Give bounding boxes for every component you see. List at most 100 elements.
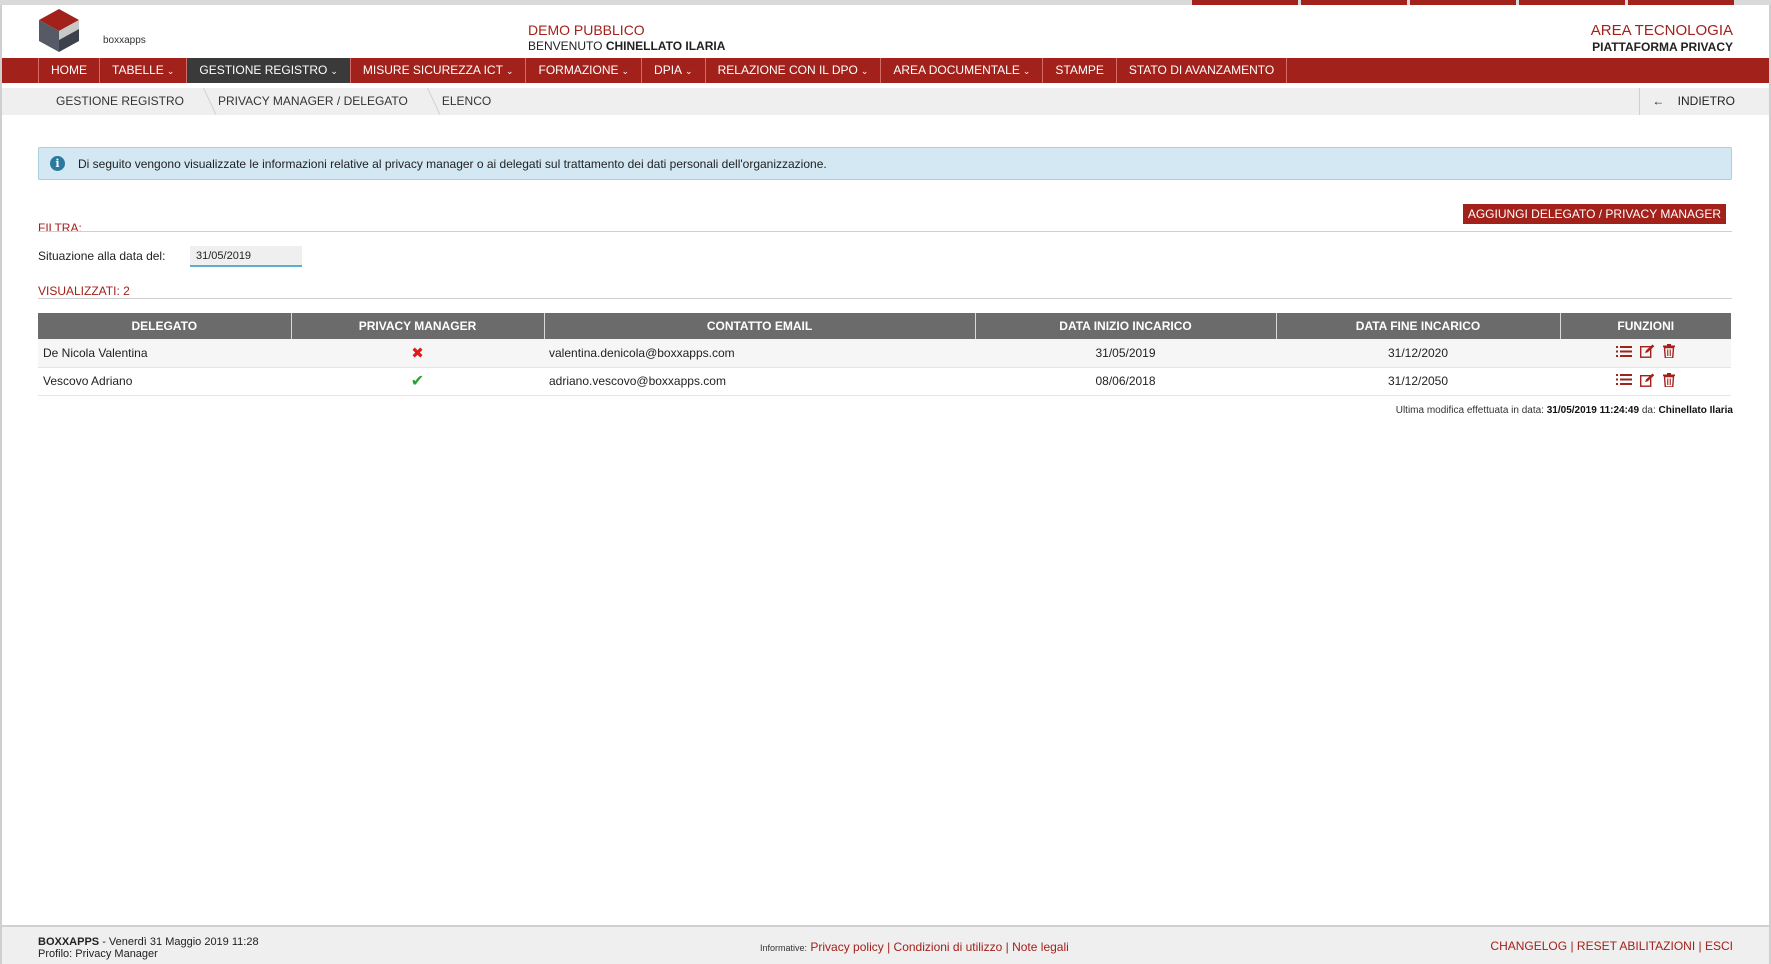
info-icon: i [50,156,65,171]
footer-separator: | [887,940,891,954]
nav-item-gestione-registro[interactable]: GESTIONE REGISTRO ⌄ [187,58,351,83]
footer-info: BOXXAPPS - Venerdì 31 Maggio 2019 11:28 … [38,936,259,960]
nav-item-area-documentale[interactable]: AREA DOCUMENTALE ⌄ [881,58,1044,83]
nav-item-relazione-con-il-dpo[interactable]: RELAZIONE CON IL DPO ⌄ [706,58,882,83]
chevron-down-icon: ⌄ [505,66,514,76]
breadcrumb-item: ELENCO [424,88,507,115]
footer: BOXXAPPS - Venerdì 31 Maggio 2019 11:28 … [2,925,1769,964]
breadcrumb-item[interactable]: PRIVACY MANAGER / DELEGATO [200,88,441,115]
trash-icon[interactable] [1663,344,1675,361]
column-header-start-date[interactable]: DATA INIZIO INCARICO [975,313,1277,339]
add-delegate-button[interactable]: AGGIUNGI DELEGATO / PRIVACY MANAGER [1462,204,1726,224]
top-strip-tabs [1192,0,1734,5]
check-icon: ✔ [410,373,425,390]
top-tab[interactable] [1519,0,1625,5]
cell-functions [1560,367,1731,396]
footer-separator: | [1570,939,1574,953]
app-name: DEMO PUBBLICO [528,22,645,38]
nav-item-label: AREA DOCUMENTALE [893,63,1020,77]
cell-end-date: 31/12/2020 [1276,339,1560,368]
breadcrumb: GESTIONE REGISTRO PRIVACY MANAGER / DELEG… [2,88,1769,115]
nav-item-tabelle[interactable]: TABELLE ⌄ [100,58,188,83]
nav-item-label: DPIA [654,63,683,77]
last-modified-date: 31/05/2019 11:24:49 [1546,405,1640,416]
conditions-link[interactable]: Condizioni di utilizzo [894,940,1003,954]
cell-delegato: De Nicola Valentina [38,339,291,368]
nav-item-label: FORMAZIONE [538,63,619,77]
main-nav-items: HOME TABELLE ⌄ GESTIONE REGISTRO ⌄ MISURE SIC… [38,58,1288,83]
filter-divider [38,231,1732,232]
nav-item-label: RELAZIONE CON IL DPO [717,63,858,77]
welcome-line: BENVENUTO CHINELLATO ILARIA [528,39,725,53]
footer-separator: | [1005,940,1009,954]
breadcrumb-item-label: PRIVACY MANAGER / DELEGATO [218,94,408,108]
legal-notes-link[interactable]: Note legali [1012,940,1069,954]
date-filter-input[interactable] [190,246,302,267]
header-right: AREA TECNOLOGIA PIATTAFORMA PRIVACY [1591,22,1733,54]
column-header-functions: FUNZIONI [1560,313,1731,339]
cell-end-date: 31/12/2050 [1276,367,1560,396]
nav-item-formazione[interactable]: FORMAZIONE ⌄ [526,58,643,83]
chevron-down-icon: ⌄ [1022,66,1031,76]
chevron-down-icon: ⌄ [685,66,693,76]
nav-item-label: MISURE SICUREZZA ICT [362,63,503,77]
column-header-email[interactable]: CONTATTO EMAIL [544,313,976,339]
top-tab[interactable] [1192,0,1298,5]
nav-item-dpia[interactable]: DPIA ⌄ [642,58,706,83]
footer-datetime: - Venerdì 31 Maggio 2019 11:28 [102,936,259,948]
cell-delegato: Vescovo Adriano [38,367,291,396]
reset-permissions-link[interactable]: RESET ABILITAZIONI [1577,939,1695,953]
back-button[interactable]: ← INDIETRO [1639,88,1735,115]
logo-text: boxxapps [103,35,146,46]
arrow-left-icon: ← [1652,94,1665,108]
nav-item-misure-sicurezza-ict[interactable]: MISURE SICUREZZA ICT ⌄ [351,58,527,83]
cell-privacy-manager: ✖ [291,339,544,368]
nav-item-label: TABELLE [112,63,164,77]
cell-start-date: 08/06/2018 [975,367,1276,396]
delegates-table: DELEGATO PRIVACY MANAGER CONTATTO EMAIL … [38,313,1731,396]
list-icon[interactable] [1616,345,1632,361]
table-header-row: DELEGATO PRIVACY MANAGER CONTATTO EMAIL … [38,313,1731,339]
changelog-link[interactable]: CHANGELOG [1490,939,1567,953]
nav-item-stato-di-avanzamento[interactable]: STATO DI AVANZAMENTO [1117,58,1288,83]
top-tab[interactable] [1410,0,1516,5]
nav-item-label: GESTIONE REGISTRO [199,63,328,77]
welcome-prefix: BENVENUTO [528,39,603,53]
list-icon[interactable] [1616,373,1632,389]
footer-company: BOXXAPPS [38,936,100,948]
cell-start-date: 31/05/2019 [975,339,1276,368]
cell-privacy-manager: ✔ [291,367,544,396]
logo-cube-icon [39,9,79,52]
trash-icon[interactable] [1663,372,1675,390]
last-modified-info: Ultima modifica effettuata in data: 31/0… [1396,405,1733,416]
breadcrumb-item-label: ELENCO [441,94,492,108]
platform-title: PIATTAFORMA PRIVACY [1592,40,1733,54]
breadcrumb-item[interactable]: GESTIONE REGISTRO [38,88,217,115]
cell-email: valentina.denicola@boxxapps.com [544,339,975,368]
logo[interactable]: boxxapps [37,7,146,57]
nav-item-label: STATO DI AVANZAMENTO [1128,63,1275,77]
privacy-policy-link[interactable]: Privacy policy [810,940,883,954]
cell-email: adriano.vescovo@boxxapps.com [544,367,975,396]
footer-actions: CHANGELOG | RESET ABILITAZIONI | ESCI [1490,939,1733,953]
last-modified-prefix: Ultima modifica effettuata in data: [1395,405,1544,416]
info-alert: i Di seguito vengono visualizzate le inf… [38,147,1732,180]
results-divider [38,298,1732,299]
main-nav: HOME TABELLE ⌄ GESTIONE REGISTRO ⌄ MISURE SIC… [2,58,1769,83]
top-tab[interactable] [1628,0,1734,5]
column-header-privacy-manager[interactable]: PRIVACY MANAGER [291,313,545,339]
edit-icon[interactable] [1639,373,1655,390]
table-row: Vescovo Adriano ✔ adriano.vescovo@boxxap… [38,367,1731,396]
top-tab[interactable] [1301,0,1407,5]
logout-link[interactable]: ESCI [1705,939,1733,953]
edit-icon[interactable] [1639,344,1655,361]
chevron-down-icon: ⌄ [860,66,869,76]
area-title: AREA TECNOLOGIA [1590,22,1733,39]
nav-item-stampe[interactable]: STAMPE [1043,58,1117,83]
nav-item-home[interactable]: HOME [39,58,100,83]
info-alert-text: Di seguito vengono visualizzate le infor… [78,157,827,171]
column-header-end-date[interactable]: DATA FINE INCARICO [1276,313,1561,339]
column-header-delegato[interactable]: DELEGATO [38,313,292,339]
last-modified-by-prefix: da: [1641,405,1656,416]
last-modified-by: Chinellato Ilaria [1658,405,1733,416]
